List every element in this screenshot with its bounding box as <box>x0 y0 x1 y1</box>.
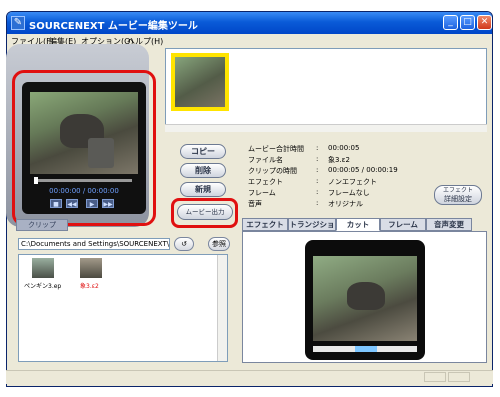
app-icon: ✎ <box>11 16 25 30</box>
seek-knob[interactable] <box>34 177 38 184</box>
info-label: フレーム <box>248 189 276 197</box>
minimize-button[interactable]: _ <box>443 15 458 30</box>
info-value: オリジナル <box>328 200 363 208</box>
file-list-scrollbar[interactable] <box>217 255 227 361</box>
timeline-scrollbar[interactable] <box>165 124 487 132</box>
info-value: ノンエフェクト <box>328 178 377 186</box>
export-movie-button[interactable]: ムービー出力 <box>177 204 233 220</box>
file-thumbnail[interactable] <box>80 258 102 278</box>
tab-transition[interactable]: トランジション <box>288 218 336 240</box>
folder-path-field[interactable]: C:\Documents and Settings\SOURCENEXT\M <box>18 238 170 250</box>
effect-detail-button[interactable]: エフェクト 詳細設定 <box>434 185 482 205</box>
maximize-button[interactable]: □ <box>460 15 475 30</box>
player-highlight <box>12 70 156 226</box>
seek-bar[interactable] <box>36 179 132 182</box>
info-label: クリップの時間 <box>248 167 297 175</box>
effect-detail-label-1: エフェクト <box>442 187 473 194</box>
refresh-icon[interactable]: ↺ <box>174 237 194 251</box>
copy-button[interactable]: コピー <box>180 144 226 159</box>
elephant-shape <box>347 282 385 310</box>
time-display: 00:00:00 / 00:00:00 <box>49 187 119 195</box>
info-label: 音声 <box>248 200 262 208</box>
play-button[interactable]: ▶ <box>86 199 98 208</box>
title-bar[interactable]: ✎ SOURCENEXT ムービー編集ツール _ □ ✕ <box>7 12 492 34</box>
info-value: 00:00:05 / 00:00:19 <box>328 166 398 174</box>
info-value: フレームなし <box>328 189 370 197</box>
timeline-clip-thumbnail <box>175 57 225 107</box>
close-button[interactable]: ✕ <box>477 15 492 30</box>
cut-range-selection[interactable] <box>355 346 377 352</box>
tab-cut[interactable]: カット <box>336 218 380 231</box>
cut-preview-video[interactable] <box>313 256 417 341</box>
tab-clip[interactable]: クリップ <box>16 219 68 231</box>
status-bar <box>6 370 493 384</box>
status-cell <box>424 372 446 382</box>
window-title: SOURCENEXT ムービー編集ツール <box>29 21 198 32</box>
tab-audio-change[interactable]: 音声変更 <box>426 218 472 231</box>
info-value: 象3.ε2 <box>328 156 350 164</box>
forward-button[interactable]: ▶▶ <box>102 199 114 208</box>
info-label: ムービー合計時間 <box>248 145 304 153</box>
info-label: エフェクト <box>248 178 283 186</box>
delete-button[interactable]: 削除 <box>180 163 226 178</box>
file-label[interactable]: ペンギン3.ep <box>24 281 61 290</box>
tab-effect[interactable]: エフェクト <box>242 218 288 231</box>
browse-button[interactable]: 参照 <box>208 237 230 251</box>
status-cell <box>448 372 470 382</box>
info-label: ファイル名 <box>248 156 283 164</box>
rewind-button[interactable]: ◀◀ <box>66 199 78 208</box>
tab-frame[interactable]: フレーム <box>380 218 426 231</box>
stop-button[interactable]: ■ <box>50 199 62 208</box>
effect-detail-label-2: 詳細設定 <box>444 195 472 203</box>
info-value: 00:00:05 <box>328 144 360 152</box>
file-label[interactable]: 象3.ε2 <box>80 281 99 290</box>
new-button[interactable]: 新規 <box>180 182 226 197</box>
file-thumbnail[interactable] <box>32 258 54 278</box>
